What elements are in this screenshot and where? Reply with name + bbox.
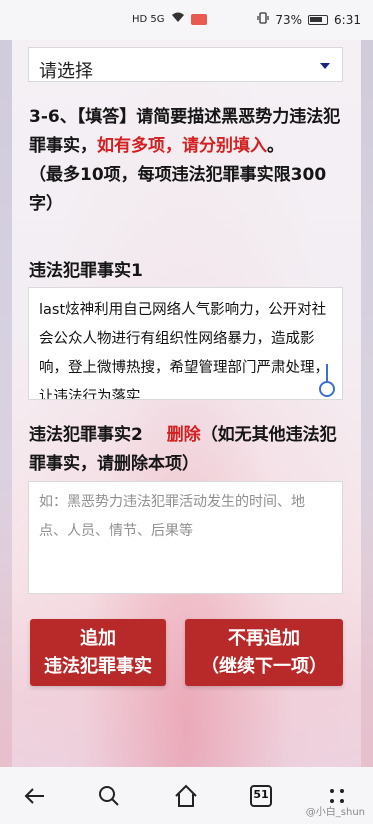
watermark: @小白_shun — [305, 807, 365, 818]
tabs-icon[interactable]: 51 — [248, 783, 274, 809]
cursor-handle[interactable] — [319, 381, 335, 397]
chevron-down-icon — [320, 63, 330, 69]
fact1-text: last炫神利用自己网络人气影响力，公开对社会公众人物进行有组织性网络暴力，造成… — [39, 302, 329, 400]
question-text: 3-6、【填答】请简要描述黑恶势力违法犯罪事实，如有多项，请分别填入。 （最多1… — [29, 103, 349, 219]
add-fact-button[interactable]: 追加 违法犯罪事实 — [30, 619, 166, 686]
decor-right — [361, 40, 373, 767]
status-network-group: HD 5G — [132, 12, 207, 26]
add-button-line1: 追加 — [80, 628, 116, 649]
fact1-label: 违法犯罪事实1 — [29, 261, 143, 281]
back-arrow-icon[interactable] — [22, 783, 48, 809]
fact2-textarea[interactable]: 如：黑恶势力违法犯罪活动发生的时间、地点、人员、情节、后果等 — [28, 481, 343, 594]
question-red-text: 如有多项，请分别填入 — [97, 136, 267, 156]
fact2-label: 违法犯罪事实2 — [29, 425, 143, 445]
status-right-group: 73% 6:31 — [257, 12, 361, 27]
browser-nav-bar: 51 @小白_shun — [0, 767, 373, 824]
fact1-textarea[interactable]: last炫神利用自己网络人气影响力，公开对社会公众人物进行有组织性网络暴力，造成… — [28, 287, 343, 400]
fact2-header: 违法犯罪事实2 删除（如无其他违法犯罪事实，请删除本项） — [29, 421, 349, 479]
question-suffix: 。 — [267, 136, 284, 156]
wifi-icon — [171, 12, 185, 26]
question-note: （最多10项，每项违法犯罪事实限300字） — [29, 165, 327, 214]
home-icon[interactable] — [173, 783, 199, 809]
clock: 6:31 — [334, 12, 361, 27]
tab-count: 51 — [253, 788, 269, 801]
status-bar: HD 5G 73% 6:31 — [0, 0, 373, 40]
add-button-line2: 违法犯罪事实 — [44, 656, 152, 677]
battery-percent: 73% — [275, 12, 303, 27]
select-value: 请选择 — [39, 61, 93, 82]
search-icon[interactable] — [96, 783, 122, 809]
fact2-placeholder: 如：黑恶势力违法犯罪活动发生的时间、地点、人员、情节、后果等 — [39, 494, 305, 539]
next-button-line2: （继续下一项） — [201, 656, 327, 677]
category-select[interactable]: 请选择 — [28, 47, 343, 82]
vibrate-icon — [257, 12, 269, 27]
next-item-button[interactable]: 不再追加 （继续下一项） — [185, 619, 343, 686]
battery-icon — [308, 14, 329, 25]
notification-icon — [190, 13, 207, 25]
decor-left — [0, 40, 12, 767]
delete-button[interactable]: 删除 — [167, 425, 201, 445]
next-button-line1: 不再追加 — [228, 628, 300, 649]
network-indicator: HD 5G — [132, 13, 165, 25]
